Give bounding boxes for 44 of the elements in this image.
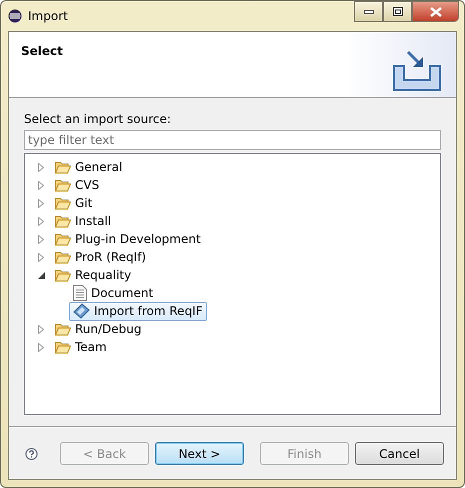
tree-item[interactable]: Team <box>51 338 111 356</box>
close-icon <box>430 6 442 16</box>
tree-item[interactable]: Document <box>69 284 158 302</box>
folder-icon <box>55 322 71 336</box>
tree-item[interactable]: Install <box>51 212 116 230</box>
wizard-button[interactable]: Next > <box>155 442 244 465</box>
filter-label: Select an import source: <box>24 112 172 126</box>
expand-arrow-icon[interactable] <box>38 342 44 352</box>
expand-arrow-icon[interactable] <box>38 216 44 226</box>
folder-icon <box>55 214 71 228</box>
maximize-icon <box>392 7 402 16</box>
tree-item[interactable]: Plug-in Development <box>51 230 205 248</box>
wizard-button[interactable]: Cancel <box>355 442 444 465</box>
folder-icon <box>55 178 71 192</box>
folder-icon <box>55 250 71 264</box>
expand-arrow-icon[interactable] <box>38 162 44 172</box>
expand-arrow-icon[interactable] <box>38 252 44 262</box>
tree-item[interactable]: Run/Debug <box>51 320 146 338</box>
folder-icon <box>55 268 71 282</box>
tree-item[interactable]: Import from ReqIF <box>69 302 207 320</box>
tree-item[interactable]: Git <box>51 194 96 212</box>
close-button[interactable] <box>412 1 459 22</box>
expand-arrow-icon[interactable] <box>38 180 44 190</box>
expand-arrow-icon[interactable] <box>38 324 44 334</box>
page-title: Select <box>21 44 63 60</box>
tree-item[interactable]: ProR (ReqIf) <box>51 248 150 266</box>
maximize-button[interactable] <box>383 1 412 22</box>
import-tray-icon <box>392 50 442 92</box>
tree-item[interactable]: General <box>51 158 126 176</box>
tree-item[interactable]: CVS <box>51 176 104 194</box>
folder-icon <box>55 340 71 354</box>
expand-arrow-icon[interactable] <box>38 234 44 244</box>
folder-icon <box>55 196 71 210</box>
minimize-button[interactable] <box>354 1 383 22</box>
folder-icon <box>55 232 71 246</box>
filter-field[interactable]: type filter text <box>24 130 441 150</box>
window-title: Import <box>28 9 68 23</box>
minimize-icon <box>364 10 374 14</box>
app-icon <box>8 9 22 23</box>
expand-arrow-icon[interactable] <box>38 198 44 208</box>
collapse-arrow-icon[interactable] <box>38 272 44 278</box>
folder-icon <box>55 160 71 174</box>
tree-item[interactable]: Requality <box>51 266 136 284</box>
document-icon <box>73 285 87 301</box>
